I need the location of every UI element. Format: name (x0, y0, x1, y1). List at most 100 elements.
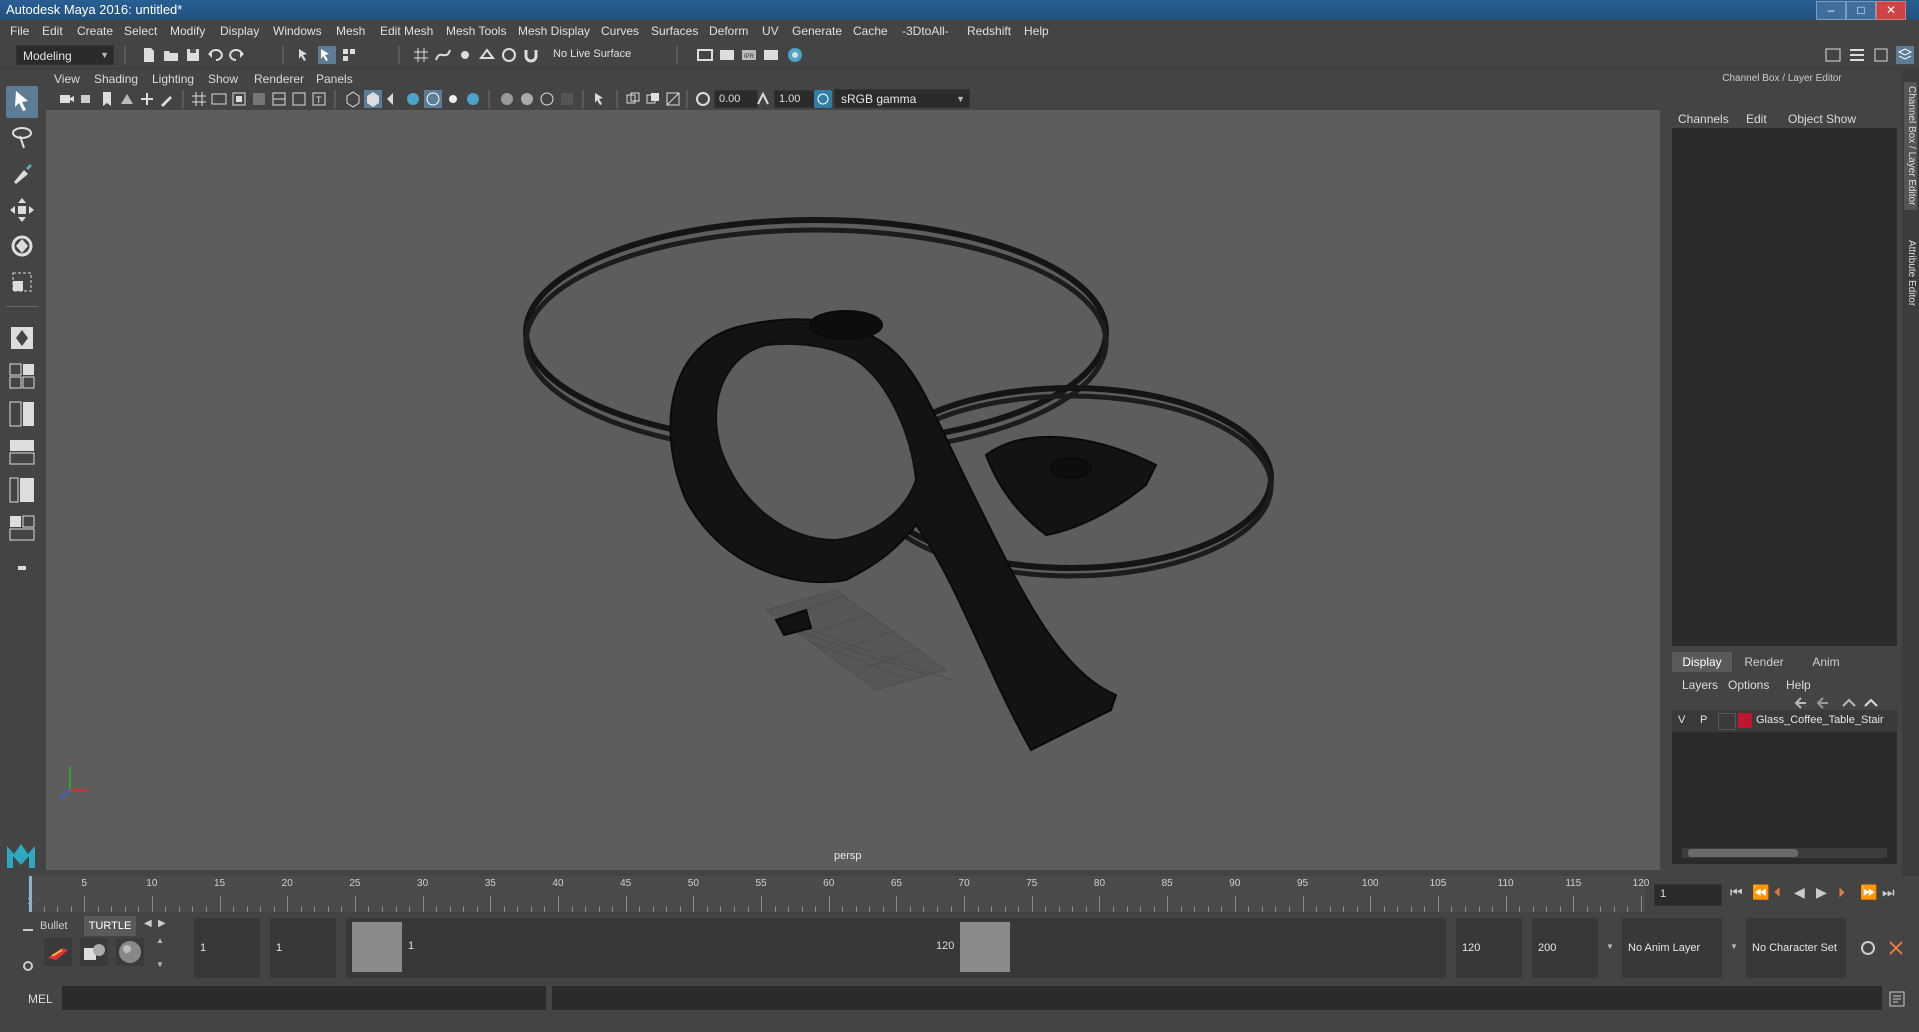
menu-windows[interactable]: Windows (273, 24, 322, 38)
cb-menu-show[interactable]: Show (1826, 112, 1856, 126)
menu-uv[interactable]: UV (762, 24, 779, 38)
film-gate-icon[interactable] (210, 90, 228, 108)
menu-create[interactable]: Create (77, 24, 113, 38)
make-live-icon[interactable] (500, 46, 518, 64)
workspace-icon[interactable] (1824, 46, 1842, 64)
single-perspective-layout-icon[interactable] (6, 322, 38, 354)
time-slider[interactable]: 1510152025303540455055606570758085909510… (0, 876, 1919, 916)
xray-components-icon[interactable] (644, 90, 662, 108)
xray-joints-icon[interactable] (624, 90, 642, 108)
playback-start-field[interactable]: 1 (270, 918, 336, 978)
use-all-lights-icon[interactable] (444, 90, 462, 108)
gamma-reset-icon[interactable] (754, 90, 772, 108)
render-settings-icon[interactable] (762, 46, 780, 64)
character-set-dropdown[interactable]: No Character Set (1746, 918, 1846, 978)
maximize-button[interactable]: □ (1846, 1, 1876, 20)
menu-edit[interactable]: Edit (42, 24, 63, 38)
current-time-indicator[interactable] (29, 876, 32, 912)
playback-end-field[interactable]: 120 (1456, 918, 1522, 978)
redo-icon[interactable] (228, 46, 246, 64)
turtle-render-icon[interactable] (44, 938, 72, 966)
image-plane-icon[interactable] (118, 90, 136, 108)
layer-row[interactable]: V P Glass_Coffee_Table_Stair (1672, 710, 1897, 732)
shelf-menu-icon[interactable] (20, 922, 36, 938)
menu-help[interactable]: Help (1024, 24, 1049, 38)
paint-select-tool-icon[interactable] (6, 158, 38, 190)
animation-preferences-icon[interactable] (1886, 938, 1906, 958)
mode-dropdown[interactable]: Modeling ▼ (16, 45, 114, 65)
isolate-select-icon[interactable] (592, 90, 610, 108)
tab-render[interactable]: Render (1734, 652, 1794, 672)
outliner-toggle-icon[interactable] (1848, 46, 1866, 64)
menu-select[interactable]: Select (124, 24, 157, 38)
anti-aliasing-icon[interactable] (538, 90, 556, 108)
turtle-shader-icon[interactable] (116, 938, 144, 966)
layer-scrollbar-thumb[interactable] (1688, 849, 1798, 857)
menu-mesh-tools[interactable]: Mesh Tools (446, 24, 506, 38)
save-scene-icon[interactable] (184, 46, 202, 64)
step-back-key-icon[interactable]: ⏪ (1752, 884, 1769, 901)
menu-mesh[interactable]: Mesh (336, 24, 365, 38)
panel-menu-panels[interactable]: Panels (316, 72, 353, 86)
menu-generate[interactable]: Generate (792, 24, 842, 38)
tab-display[interactable]: Display (1672, 652, 1732, 672)
command-input[interactable] (62, 986, 546, 1010)
layer-scrollbar[interactable] (1682, 848, 1887, 858)
hypershade-icon[interactable] (786, 46, 804, 64)
new-scene-icon[interactable] (140, 46, 158, 64)
hypershade-layout-icon[interactable] (6, 512, 38, 544)
shelf-tab-turtle[interactable]: TURTLE (84, 916, 136, 936)
play-forwards-icon[interactable]: ▶ (1816, 884, 1827, 901)
range-end-handle[interactable] (960, 922, 1010, 972)
color-management-icon[interactable] (814, 90, 832, 108)
undo-icon[interactable] (206, 46, 224, 64)
script-editor-icon[interactable] (1888, 990, 1906, 1008)
select-tool-icon[interactable] (6, 86, 38, 118)
shelf-tab-bullet[interactable]: Bullet (40, 916, 84, 936)
2d-pan-zoom-icon[interactable] (138, 90, 156, 108)
select-object-icon[interactable] (318, 46, 336, 64)
menu-deform[interactable]: Deform (709, 24, 748, 38)
safe-action-icon[interactable] (290, 90, 308, 108)
auto-key-icon[interactable] (1858, 938, 1878, 958)
layer-visibility-toggle[interactable]: V (1678, 714, 1685, 726)
range-start-handle[interactable] (352, 922, 402, 972)
gamma-field[interactable]: 1.00 (774, 90, 818, 108)
grease-pencil-icon[interactable] (158, 90, 176, 108)
layer-name[interactable]: Glass_Coffee_Table_Stair (1756, 714, 1884, 726)
grid-toggle-icon[interactable] (190, 90, 208, 108)
smooth-shade-icon[interactable] (364, 90, 382, 108)
rotate-tool-icon[interactable] (6, 230, 38, 262)
menu-mesh-display[interactable]: Mesh Display (518, 24, 590, 38)
anim-layer-dropdown[interactable]: No Anim Layer (1622, 918, 1722, 978)
magnet-icon[interactable] (522, 46, 540, 64)
outliner-persp-layout-icon[interactable] (6, 474, 38, 506)
play-backwards-icon[interactable]: ◀ (1794, 884, 1805, 901)
range-slider-track[interactable]: 1 120 (346, 918, 1446, 978)
tool-settings-icon[interactable] (1872, 46, 1890, 64)
depth-of-field-icon[interactable] (558, 90, 576, 108)
step-forward-frame-icon[interactable]: ⏵ (1838, 884, 1845, 901)
render-frame-icon[interactable] (696, 46, 714, 64)
layer-menu-help[interactable]: Help (1786, 678, 1811, 692)
layer-type-toggle[interactable] (1718, 713, 1736, 730)
snap-curve-icon[interactable] (434, 46, 452, 64)
minimize-button[interactable]: – (1816, 1, 1846, 20)
menu-curves[interactable]: Curves (601, 24, 639, 38)
channel-box-toggle-icon[interactable] (1896, 46, 1914, 64)
layer-color-swatch[interactable] (1738, 713, 1752, 728)
close-button[interactable]: ✕ (1876, 1, 1906, 20)
select-component-icon[interactable] (340, 46, 358, 64)
go-to-end-icon[interactable]: ⏭ (1882, 884, 1895, 901)
screen-space-ao-icon[interactable] (498, 90, 516, 108)
menu-file[interactable]: File (10, 24, 29, 38)
scale-tool-icon[interactable] (6, 266, 38, 298)
view-transform-dropdown[interactable]: sRGB gamma ▼ (834, 89, 970, 108)
safe-title-icon[interactable]: T (310, 90, 328, 108)
panel-menu-view[interactable]: View (54, 72, 80, 86)
persp-graph-layout-icon[interactable] (6, 436, 38, 468)
time-ruler[interactable]: 1510152025303540455055606570758085909510… (27, 876, 1649, 912)
menu-display[interactable]: Display (220, 24, 259, 38)
menu-3dtoall[interactable]: -3DtoAll- (902, 24, 949, 38)
menu-surfaces[interactable]: Surfaces (651, 24, 698, 38)
